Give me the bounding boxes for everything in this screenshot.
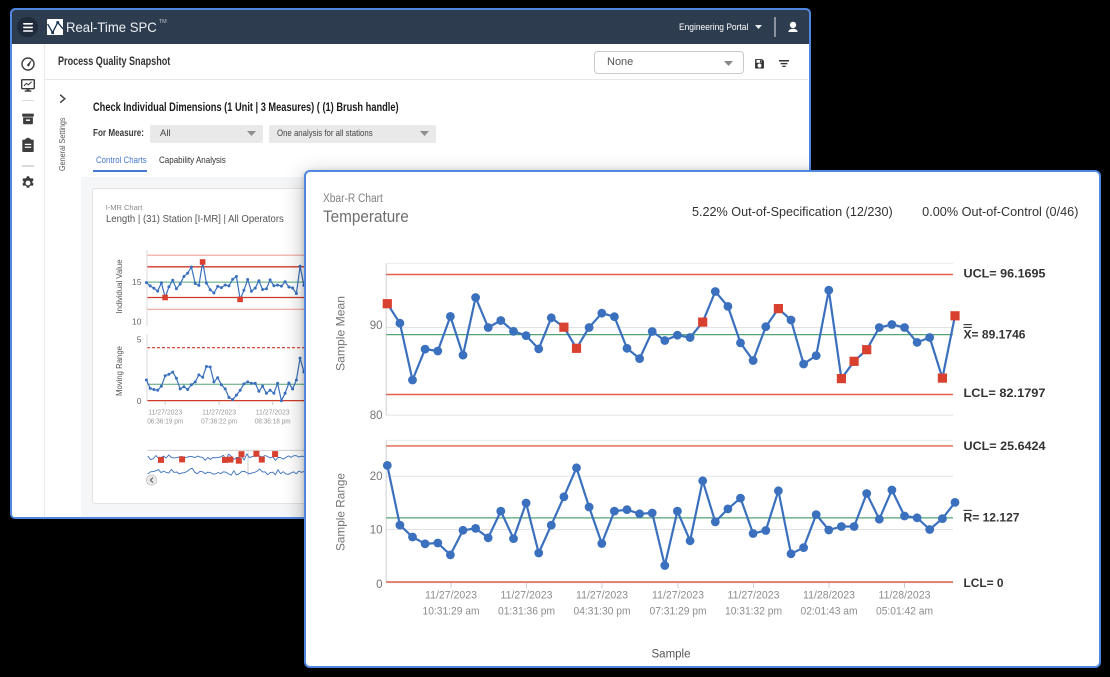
svg-text:Sample Range: Sample Range: [334, 473, 348, 551]
svg-text:11/27/2023: 11/27/2023: [576, 590, 628, 602]
svg-text:11/27/2023: 11/27/2023: [728, 590, 780, 602]
svg-text:90: 90: [370, 320, 383, 332]
svg-text:X= 89.1746: X= 89.1746: [964, 327, 1026, 341]
svg-text:05:01:42 am: 05:01:42 am: [876, 606, 933, 618]
svg-text:01:31:36 pm: 01:31:36 pm: [498, 606, 555, 618]
svg-text:Sample Mean: Sample Mean: [334, 296, 348, 371]
svg-text:02:01:43 am: 02:01:43 am: [801, 606, 858, 618]
svg-text:R= 12.127: R= 12.127: [964, 510, 1020, 524]
svg-text:LCL= 0: LCL= 0: [964, 576, 1004, 590]
svg-text:80: 80: [370, 410, 383, 422]
svg-text:04:31:30 pm: 04:31:30 pm: [574, 606, 631, 618]
svg-text:LCL= 82.1797: LCL= 82.1797: [964, 386, 1046, 400]
svg-text:UCL= 96.1695: UCL= 96.1695: [964, 267, 1046, 281]
svg-text:10:31:29 am: 10:31:29 am: [423, 606, 480, 618]
svg-text:10: 10: [370, 524, 383, 536]
svg-text:11/27/2023: 11/27/2023: [652, 590, 704, 602]
svg-text:20: 20: [370, 471, 383, 483]
svg-text:11/27/2023: 11/27/2023: [501, 590, 553, 602]
svg-text:10:31:32 pm: 10:31:32 pm: [725, 606, 782, 618]
svg-text:11/28/2023: 11/28/2023: [879, 590, 931, 602]
svg-text:UCL= 25.6424: UCL= 25.6424: [964, 439, 1046, 453]
svg-text:11/28/2023: 11/28/2023: [803, 590, 855, 602]
svg-text:0: 0: [376, 579, 382, 591]
svg-text:Sample: Sample: [652, 649, 691, 661]
svg-text:11/27/2023: 11/27/2023: [425, 590, 477, 602]
svg-text:07:31:29 pm: 07:31:29 pm: [650, 606, 707, 618]
